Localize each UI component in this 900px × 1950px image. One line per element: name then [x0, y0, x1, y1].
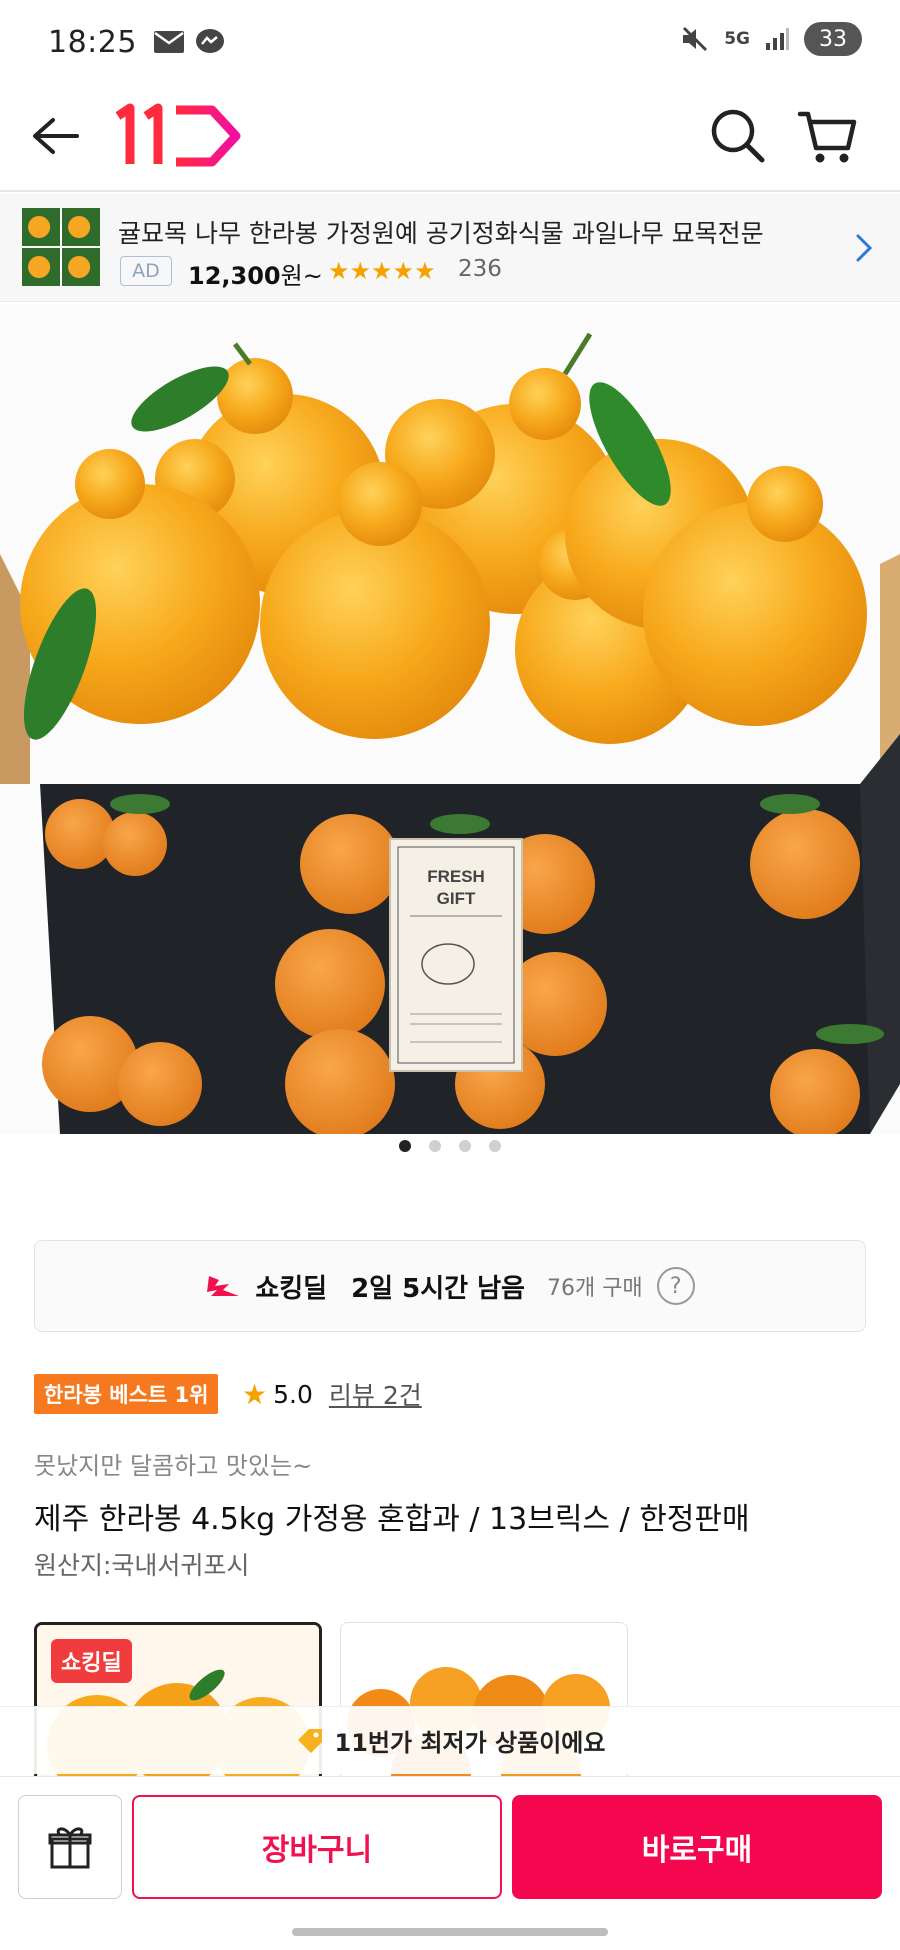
product-origin: 원산지:국내서귀포시: [34, 1551, 250, 1580]
deal-time-left: 2일 5시간 남음: [351, 1273, 525, 1304]
ad-thumbnail: [22, 208, 100, 286]
ad-review-count: 236: [458, 256, 502, 282]
lowest-price-text: 11번가 최저가 상품이에요: [334, 1729, 606, 1757]
app-header: [0, 84, 900, 192]
back-arrow-icon: [33, 118, 79, 154]
product-image-carousel[interactable]: FRESH GIFT: [0, 304, 900, 1204]
home-indicator[interactable]: [292, 1928, 608, 1936]
deal-label: 쇼킹딜: [255, 1273, 328, 1304]
product-title: 제주 한라봉 4.5kg 가정용 혼합과 / 13브릭스 / 한정판매: [34, 1502, 750, 1537]
cart-icon: [797, 111, 857, 163]
product-subtitle: 못났지만 달콤하고 맛있는~: [34, 1452, 313, 1480]
product-rating: ★ 5.0 리뷰 2건: [242, 1376, 422, 1412]
buy-now-button[interactable]: 바로구매: [512, 1795, 882, 1899]
status-bar: 18:25 5G 33: [0, 0, 900, 84]
ad-badge: AD: [120, 256, 172, 286]
ad-rating-stars: ★★★★★: [328, 257, 436, 285]
shocking-deal-bar: 쇼킹딜 2일 5시간 남음 76개 구매 ?: [34, 1240, 866, 1332]
shocking-deal-icon: [207, 1276, 240, 1296]
carousel-dot-1[interactable]: [399, 1140, 411, 1152]
ad-banner[interactable]: 귤묘목 나무 한라봉 가정원예 공기정화식물 과일나무 묘목전문 AD 12,3…: [0, 194, 900, 302]
cart-button[interactable]: [796, 104, 860, 168]
status-time: 18:25: [48, 24, 137, 60]
lowest-price-notice: 11번가 최저가 상품이에요: [0, 1706, 900, 1774]
chevron-right-icon: [856, 234, 873, 262]
carousel-dot-4[interactable]: [489, 1140, 501, 1152]
rating-value: 5.0: [273, 1379, 313, 1409]
search-button[interactable]: [706, 104, 770, 168]
carousel-dot-3[interactable]: [459, 1140, 471, 1152]
11st-logo[interactable]: [112, 102, 242, 170]
review-link[interactable]: 리뷰 2건: [329, 1376, 422, 1412]
rank-badge: 한라봉 베스트 1위: [34, 1374, 219, 1414]
price-tag-icon: [297, 1728, 322, 1753]
star-icon: ★: [242, 1377, 268, 1411]
signal-icon: [766, 28, 789, 50]
deal-purchase-count: 76개 구매: [546, 1276, 643, 1301]
add-to-cart-button[interactable]: 장바구니: [132, 1795, 502, 1899]
back-button[interactable]: [28, 108, 84, 164]
option-deal-badge: 쇼킹딜: [51, 1639, 132, 1683]
battery-indicator: 33: [804, 22, 862, 56]
carousel-pagination: [0, 1140, 900, 1152]
mute-icon: [683, 26, 708, 52]
help-button[interactable]: ?: [656, 1267, 695, 1305]
network-label: 5G: [724, 29, 750, 49]
purchase-bar: 장바구니 바로구매: [0, 1776, 900, 1906]
search-icon: [711, 109, 765, 163]
gift-button[interactable]: [18, 1795, 122, 1899]
box-label-gift: GIFT: [437, 889, 476, 908]
box-label-fresh: FRESH: [427, 867, 485, 886]
mail-icon: [153, 31, 184, 53]
product-photo: FRESH GIFT: [0, 304, 900, 1204]
messenger-icon: [195, 29, 224, 53]
carousel-dot-2[interactable]: [429, 1140, 441, 1152]
ad-title: 귤묘목 나무 한라봉 가정원예 공기정화식물 과일나무 묘목전문: [118, 219, 764, 248]
ad-price: 12,300원~: [188, 262, 323, 290]
gift-icon: [48, 1827, 92, 1869]
